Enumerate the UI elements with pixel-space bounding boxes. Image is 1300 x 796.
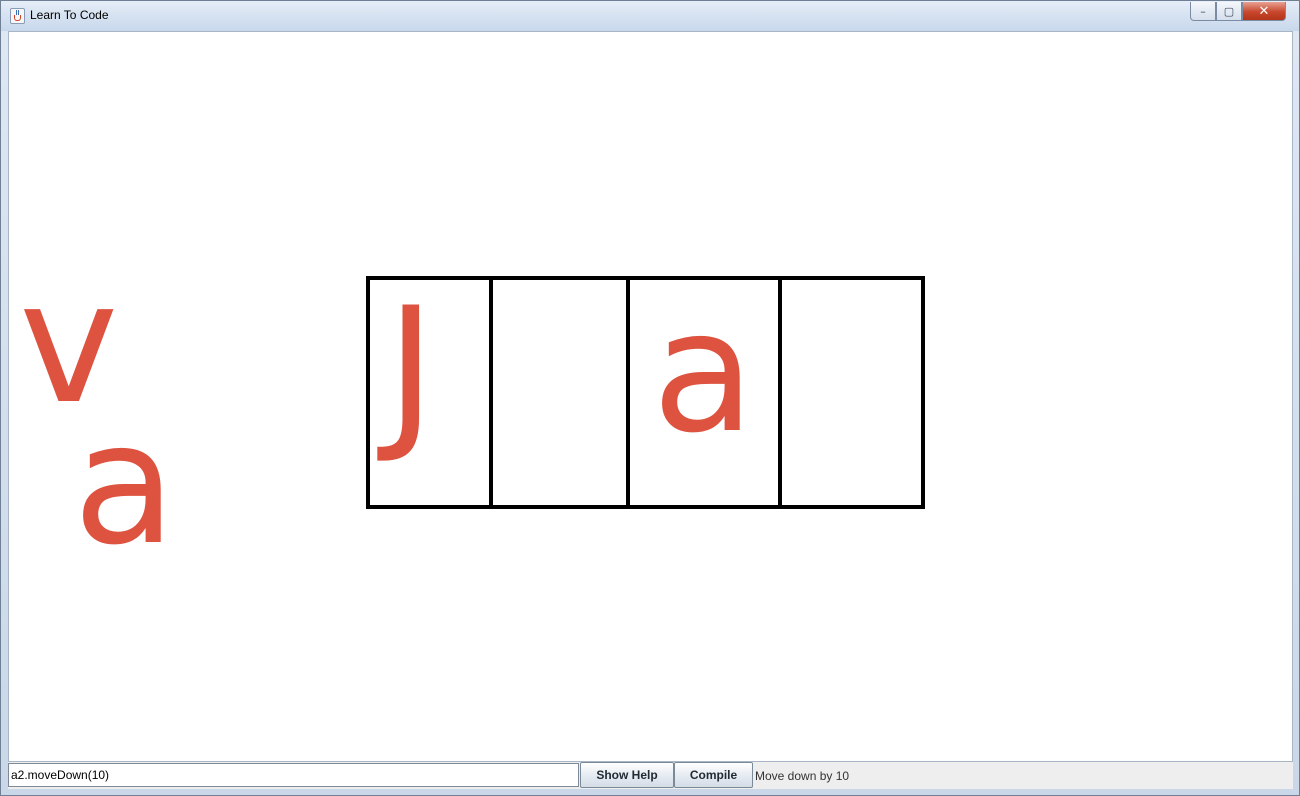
letter-box-1: J xyxy=(366,276,493,509)
loose-letter-a[interactable]: a xyxy=(73,400,176,568)
show-help-button[interactable]: Show Help xyxy=(580,762,674,788)
status-message: Move down by 10 xyxy=(755,769,850,783)
maximize-button[interactable]: ▢ xyxy=(1216,2,1242,21)
command-bar: Show Help Compile Move down by 10 xyxy=(8,762,1293,789)
java-cup-icon xyxy=(10,8,25,24)
minimize-icon: – xyxy=(1200,4,1206,18)
window-title: Learn To Code xyxy=(30,8,109,22)
window-controls: – ▢ ✕ xyxy=(1190,2,1286,22)
letter-box-2 xyxy=(489,276,630,509)
letter-box-4 xyxy=(778,276,925,509)
letter-box-3: a xyxy=(626,276,782,509)
minimize-button[interactable]: – xyxy=(1190,2,1216,21)
drawing-canvas: J a v a xyxy=(8,31,1293,762)
app-window: Learn To Code – ▢ ✕ J a v a a2.moveDown(… xyxy=(0,0,1300,796)
code-input[interactable] xyxy=(8,763,579,787)
box-letter-3: a xyxy=(652,274,755,470)
box-letter-1: J xyxy=(386,271,436,467)
compile-button[interactable]: Compile xyxy=(674,762,753,788)
title-bar[interactable]: Learn To Code – ▢ ✕ xyxy=(1,1,1299,31)
maximize-icon: ▢ xyxy=(1223,4,1235,18)
close-button[interactable]: ✕ xyxy=(1242,2,1286,21)
close-icon: ✕ xyxy=(1258,3,1270,19)
